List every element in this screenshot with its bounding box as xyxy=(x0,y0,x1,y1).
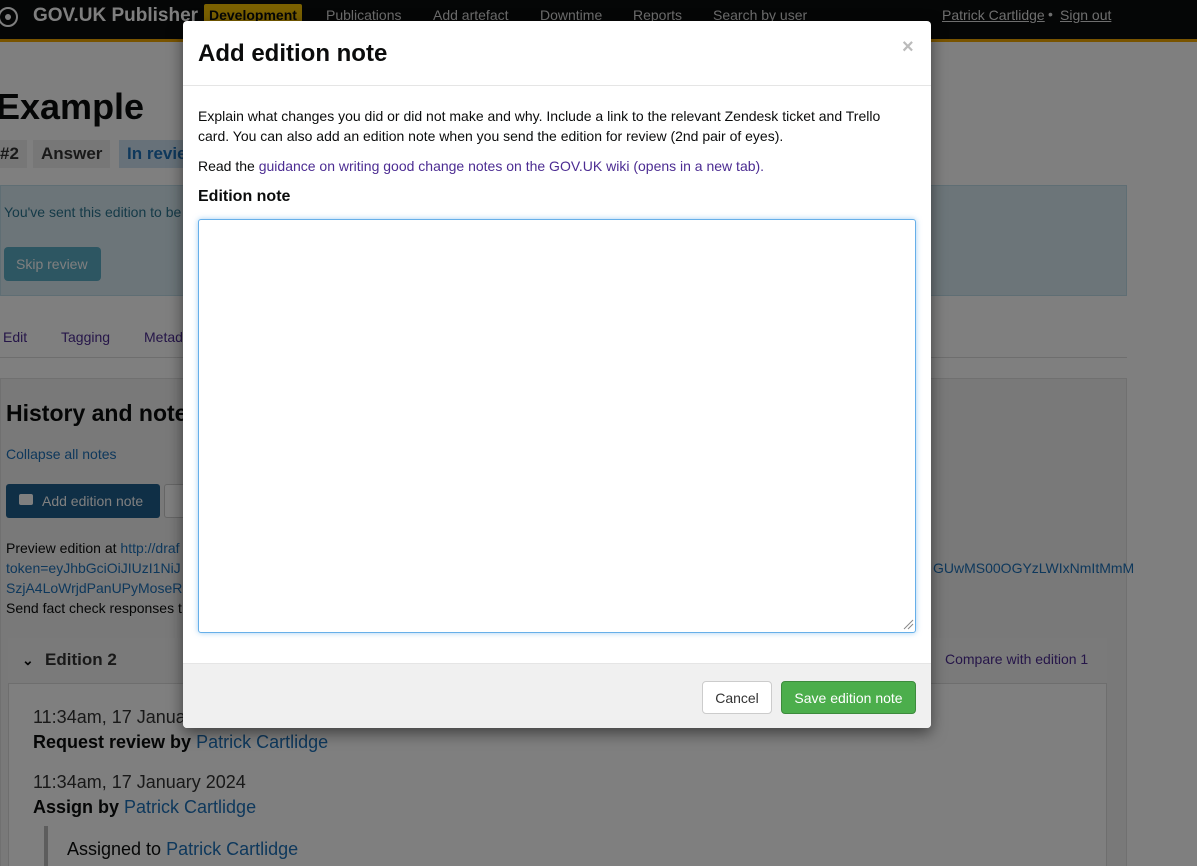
close-icon[interactable]: × xyxy=(902,36,914,59)
guidance-text: Read the guidance on writing good change… xyxy=(198,156,764,176)
edition-note-label: Edition note xyxy=(198,188,291,205)
edition-note-textarea[interactable] xyxy=(198,219,916,633)
save-edition-note-button[interactable]: Save edition note xyxy=(781,681,916,714)
cancel-button[interactable]: Cancel xyxy=(702,681,772,714)
resize-handle-icon[interactable] xyxy=(902,618,914,630)
guidance-prefix: Read the xyxy=(198,158,259,174)
add-edition-note-modal: Add edition note × Explain what changes … xyxy=(183,21,931,728)
guidance-link[interactable]: guidance on writing good change notes on… xyxy=(259,158,764,174)
modal-intro-text: Explain what changes you did or did not … xyxy=(198,108,881,144)
modal-header: Add edition note × xyxy=(183,21,931,86)
modal-title: Add edition note xyxy=(198,40,388,67)
modal-footer: Cancel Save edition note xyxy=(183,663,931,728)
